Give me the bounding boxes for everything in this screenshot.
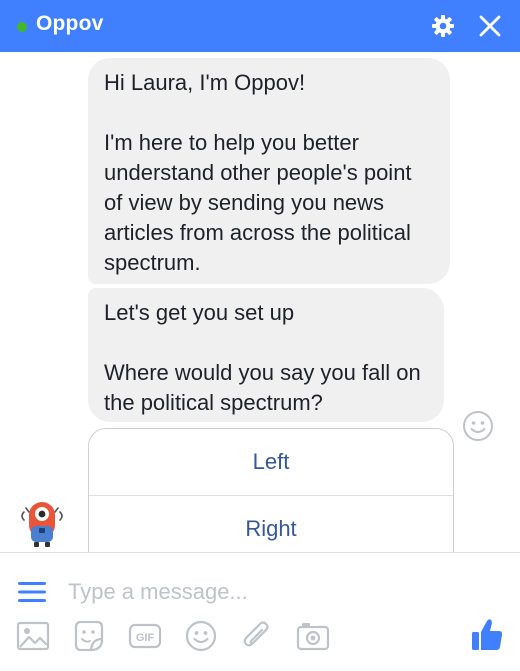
- sticker-icon[interactable]: [72, 619, 106, 653]
- menu-icon[interactable]: [18, 581, 46, 603]
- image-icon[interactable]: [16, 619, 50, 653]
- message-list[interactable]: Hi Laura, I'm Oppov! I'm here to help yo…: [0, 52, 520, 552]
- quick-reply-left[interactable]: Left: [89, 429, 453, 495]
- attachment-icon[interactable]: [240, 619, 274, 653]
- gear-icon[interactable]: [431, 14, 455, 38]
- message-bubble: Hi Laura, I'm Oppov! I'm here to help yo…: [88, 58, 450, 284]
- chat-header: Oppov: [0, 0, 520, 52]
- close-icon[interactable]: [478, 14, 502, 38]
- message-bubble: Let's get you set up Where would you say…: [88, 288, 444, 422]
- emoji-icon[interactable]: [184, 619, 218, 653]
- camera-icon[interactable]: [296, 619, 330, 653]
- message-input[interactable]: [66, 575, 450, 609]
- online-status-icon: [17, 22, 27, 32]
- composer: GIF: [0, 552, 520, 671]
- react-smiley-icon[interactable]: [462, 410, 494, 442]
- bot-avatar-icon: [21, 502, 63, 547]
- chat-title[interactable]: Oppov: [36, 12, 104, 36]
- thumbs-up-icon[interactable]: [470, 617, 504, 653]
- quick-replies: Left Right: [88, 428, 454, 552]
- quick-reply-right[interactable]: Right: [89, 495, 453, 552]
- gif-label: GIF: [136, 632, 155, 644]
- gif-icon[interactable]: GIF: [128, 619, 162, 653]
